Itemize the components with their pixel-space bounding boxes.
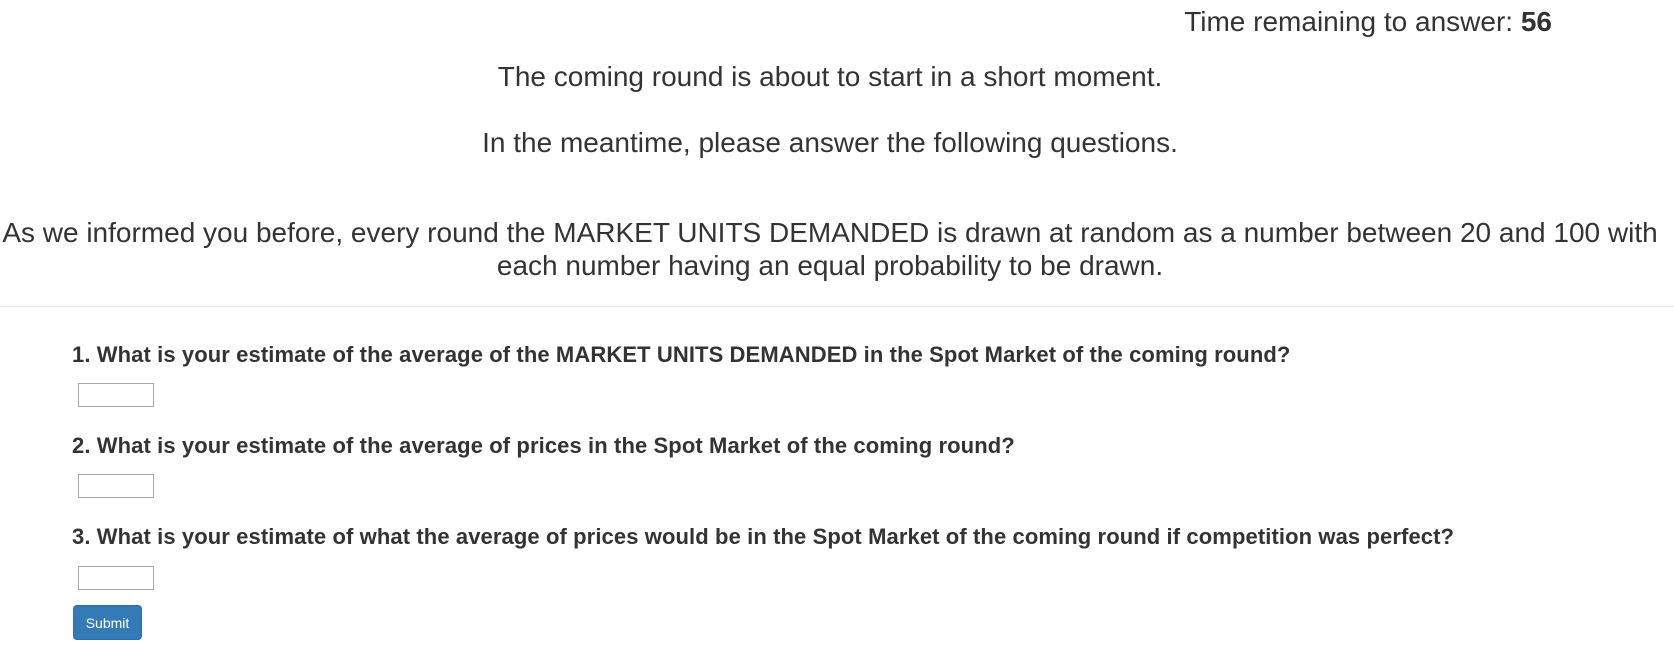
section-divider bbox=[0, 306, 1674, 307]
question-2-answer-input[interactable] bbox=[78, 474, 154, 498]
timer-value: 56 bbox=[1520, 6, 1552, 37]
question-1-answer-input[interactable] bbox=[78, 383, 154, 407]
intro-demand-explanation: As we informed you before, every round t… bbox=[2, 217, 1658, 281]
timer-label: Time remaining to answer: bbox=[1184, 6, 1521, 37]
submit-button[interactable]: Submit bbox=[73, 605, 142, 640]
intro-start-message: The coming round is about to start in a … bbox=[497, 61, 1163, 92]
countdown-timer: Time remaining to answer: 56 bbox=[1184, 6, 1552, 38]
question-1-text: 1. What is your estimate of the average … bbox=[72, 342, 1291, 367]
question-3-answer-input[interactable] bbox=[78, 566, 154, 590]
question-2-text: 2. What is your estimate of the average … bbox=[72, 433, 1015, 458]
intro-instructions: In the meantime, please answer the follo… bbox=[482, 127, 1178, 158]
question-3-text: 3. What is your estimate of what the ave… bbox=[72, 524, 1455, 549]
